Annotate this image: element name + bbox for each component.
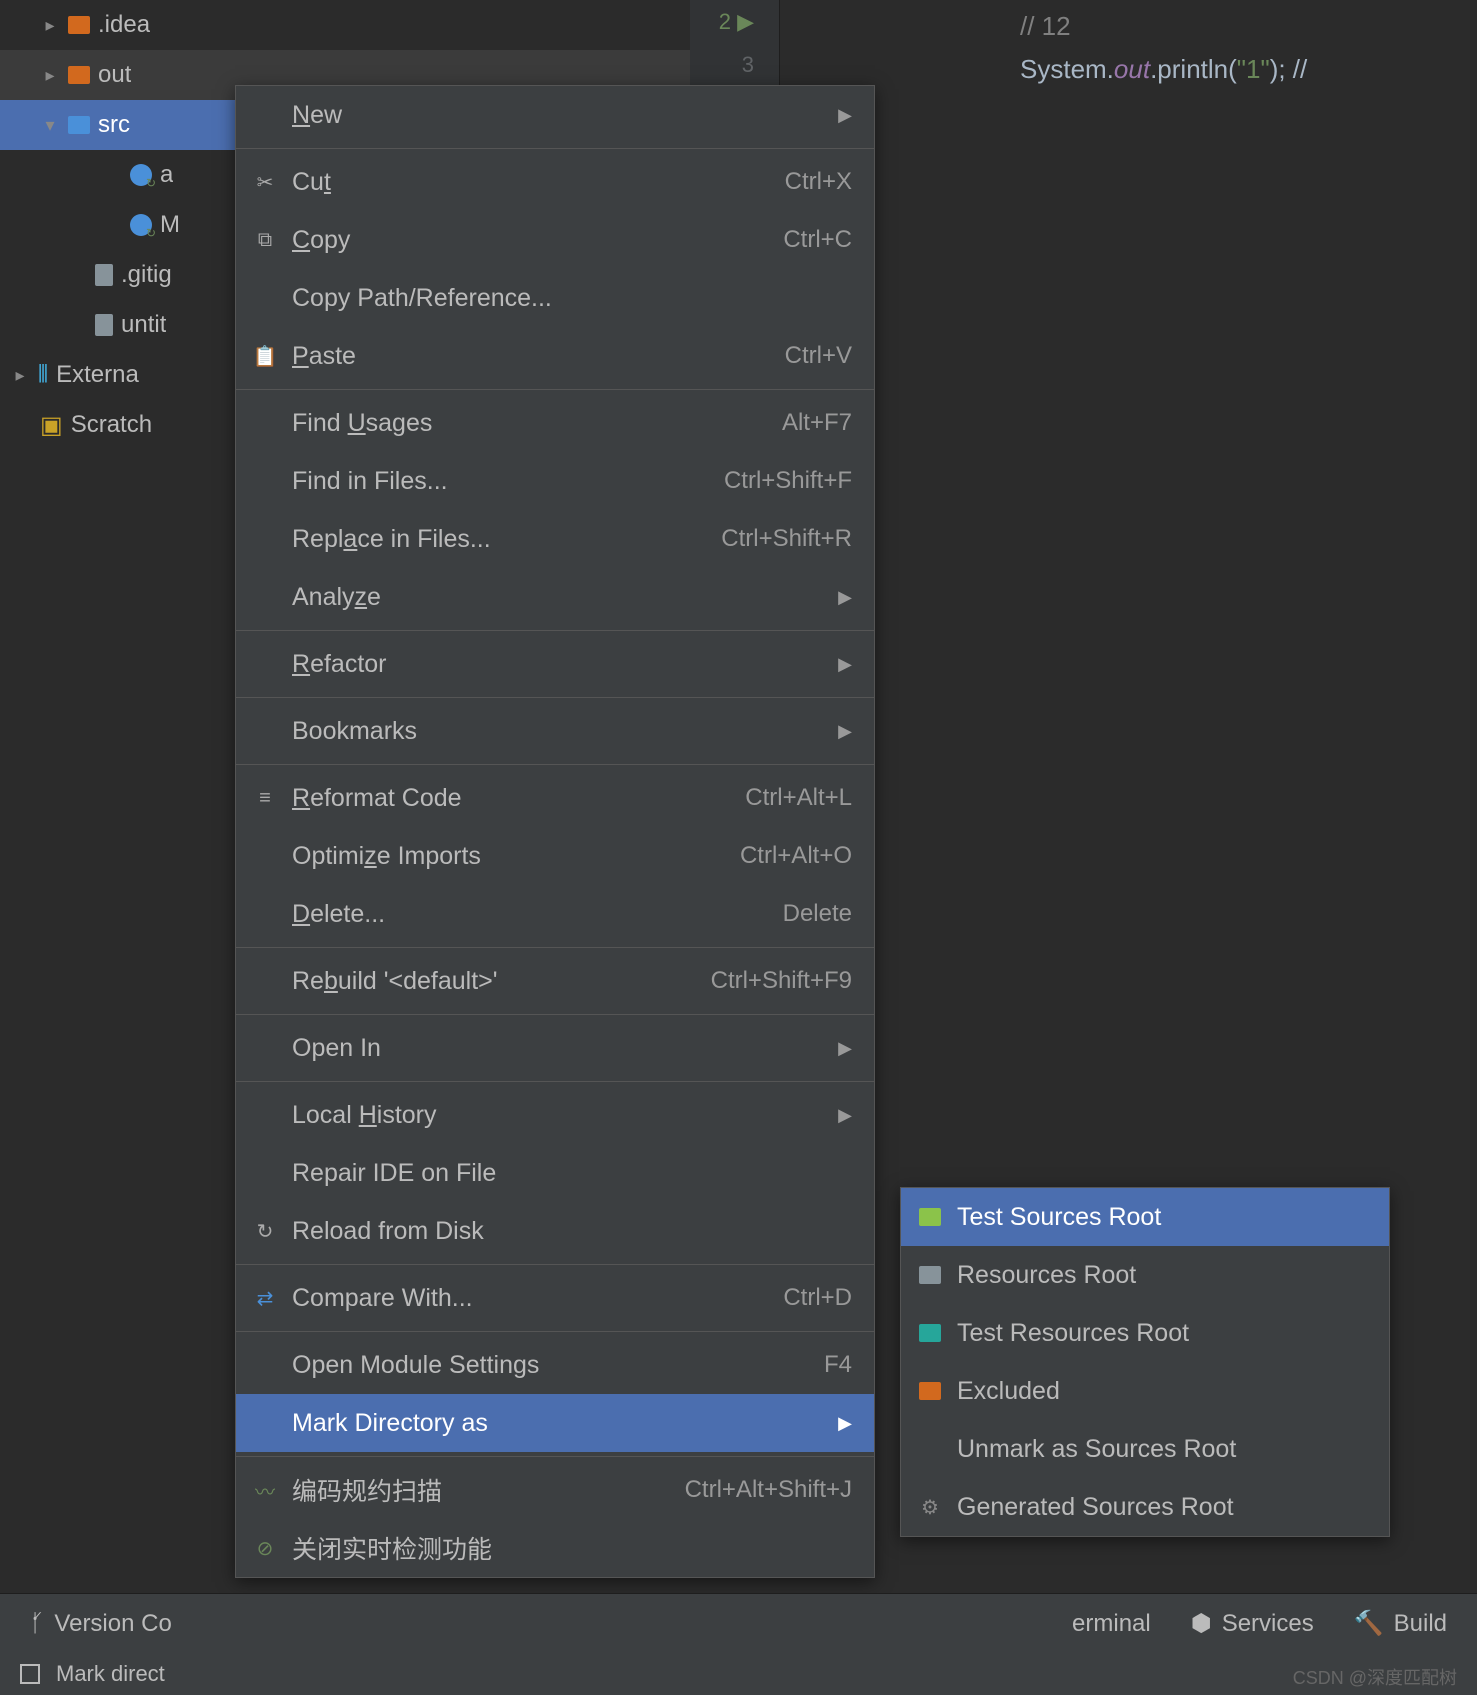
tree-label: out [98,61,131,89]
folder-icon [68,66,90,84]
context-menu: New▶ ✂CutCtrl+X ⧉CopyCtrl+C Copy Path/Re… [235,85,875,1578]
menu-item-find-in-files[interactable]: Find in Files...Ctrl+Shift+F [236,452,874,510]
watermark: CSDN @深度匹配树 [1293,1664,1457,1690]
copy-icon: ⧉ [252,229,278,252]
file-icon [95,314,113,336]
submenu-mark-directory: Test Sources Root Resources Root Test Re… [900,1187,1390,1537]
chevron-right-icon [40,65,60,86]
menu-item-open-module-settings[interactable]: Open Module SettingsF4 [236,1336,874,1394]
folder-icon [919,1382,941,1400]
menu-item-copy-path[interactable]: Copy Path/Reference... [236,269,874,327]
folder-icon [919,1324,941,1342]
scratches-icon: ▣ [40,411,63,440]
submenu-item-test-sources[interactable]: Test Sources Root [901,1188,1389,1246]
menu-item-mark-directory-as[interactable]: Mark Directory as▶ [236,1394,874,1452]
menu-separator [236,1014,874,1015]
menu-item-optimize-imports[interactable]: Optimize ImportsCtrl+Alt+O [236,827,874,885]
menu-separator [236,1456,874,1457]
menu-item-replace-in-files[interactable]: Replace in Files...Ctrl+Shift+R [236,510,874,568]
menu-item-compare-with[interactable]: ⇄Compare With...Ctrl+D [236,1269,874,1327]
tool-window-bar: ᚶVersion Co erminal ⬢Services 🔨Build [0,1593,1477,1653]
menu-item-open-in[interactable]: Open In▶ [236,1019,874,1077]
menu-item-local-history[interactable]: Local History▶ [236,1086,874,1144]
clipboard-icon: 📋 [252,344,278,369]
tree-label: .gitig [121,261,172,289]
menu-separator [236,1081,874,1082]
toolbar-services[interactable]: ⬢Services [1191,1609,1314,1638]
menu-item-delete[interactable]: Delete...Delete [236,885,874,943]
menu-separator [236,764,874,765]
submenu-item-resources[interactable]: Resources Root [901,1246,1389,1304]
status-icon[interactable] [20,1664,40,1684]
menu-item-reload-disk[interactable]: ↻Reload from Disk [236,1202,874,1260]
line-number: 2 ▶ [690,0,779,43]
toolbar-terminal[interactable]: erminal [1072,1610,1151,1638]
code-line: // 12 [950,5,1477,48]
file-icon [95,264,113,286]
submenu-item-generated-sources[interactable]: ⚙Generated Sources Root [901,1478,1389,1536]
disable-icon: ⊘ [252,1536,278,1561]
submenu-item-unmark-sources[interactable]: Unmark as Sources Root [901,1420,1389,1478]
library-icon: ⫴ [38,361,48,389]
line-number: 3 [690,43,779,86]
status-text: Mark direct [56,1661,165,1687]
scan-icon: 〰 [252,1476,278,1505]
menu-item-code-scan[interactable]: 〰编码规约扫描Ctrl+Alt+Shift+J [236,1461,874,1519]
menu-item-copy[interactable]: ⧉CopyCtrl+C [236,211,874,269]
code-line: System.out.println("1"); // [950,48,1477,91]
menu-item-cut[interactable]: ✂CutCtrl+X [236,153,874,211]
tree-item-idea[interactable]: .idea [0,0,690,50]
menu-item-refactor[interactable]: Refactor▶ [236,635,874,693]
toolbar-build[interactable]: 🔨Build [1354,1609,1447,1638]
tree-label: Externa [56,361,139,389]
menu-item-new[interactable]: New▶ [236,86,874,144]
menu-separator [236,1331,874,1332]
submenu-item-excluded[interactable]: Excluded [901,1362,1389,1420]
folder-icon [68,16,90,34]
toolbar-vcs[interactable]: ᚶVersion Co [30,1610,172,1638]
services-icon: ⬢ [1191,1609,1212,1638]
branch-icon: ᚶ [30,1610,44,1638]
chevron-right-icon [10,365,30,386]
gear-icon: ⚙ [917,1495,943,1520]
menu-separator [236,389,874,390]
folder-icon [919,1208,941,1226]
chevron-right-icon [40,15,60,36]
tree-label: Scratch [71,411,152,439]
tree-label: M [160,211,180,239]
menu-separator [236,947,874,948]
menu-separator [236,1264,874,1265]
menu-item-paste[interactable]: 📋PasteCtrl+V [236,327,874,385]
status-bar: Mark direct [0,1653,1477,1695]
tree-label: .idea [98,11,150,39]
menu-item-close-realtime[interactable]: ⊘关闭实时检测功能 [236,1519,874,1577]
menu-item-bookmarks[interactable]: Bookmarks▶ [236,702,874,760]
reload-icon: ↻ [252,1219,278,1244]
folder-icon [68,116,90,134]
java-class-icon [130,214,152,236]
compare-icon: ⇄ [252,1286,278,1311]
tree-label: untit [121,311,166,339]
menu-separator [236,697,874,698]
folder-icon [919,1266,941,1284]
tree-label: src [98,111,130,139]
menu-item-rebuild[interactable]: Rebuild '<default>'Ctrl+Shift+F9 [236,952,874,1010]
java-class-icon [130,164,152,186]
tree-label: a [160,161,173,189]
menu-item-reformat[interactable]: ≡Reformat CodeCtrl+Alt+L [236,769,874,827]
menu-separator [236,148,874,149]
hammer-icon: 🔨 [1354,1609,1384,1638]
menu-item-find-usages[interactable]: Find UsagesAlt+F7 [236,394,874,452]
submenu-item-test-resources[interactable]: Test Resources Root [901,1304,1389,1362]
menu-item-repair-ide[interactable]: Repair IDE on File [236,1144,874,1202]
reformat-icon: ≡ [252,787,278,810]
menu-separator [236,630,874,631]
code-editor[interactable]: public static void main(String // 12 Sys… [780,0,1477,200]
menu-item-analyze[interactable]: Analyze▶ [236,568,874,626]
scissors-icon: ✂ [252,170,278,195]
chevron-down-icon [40,115,60,136]
